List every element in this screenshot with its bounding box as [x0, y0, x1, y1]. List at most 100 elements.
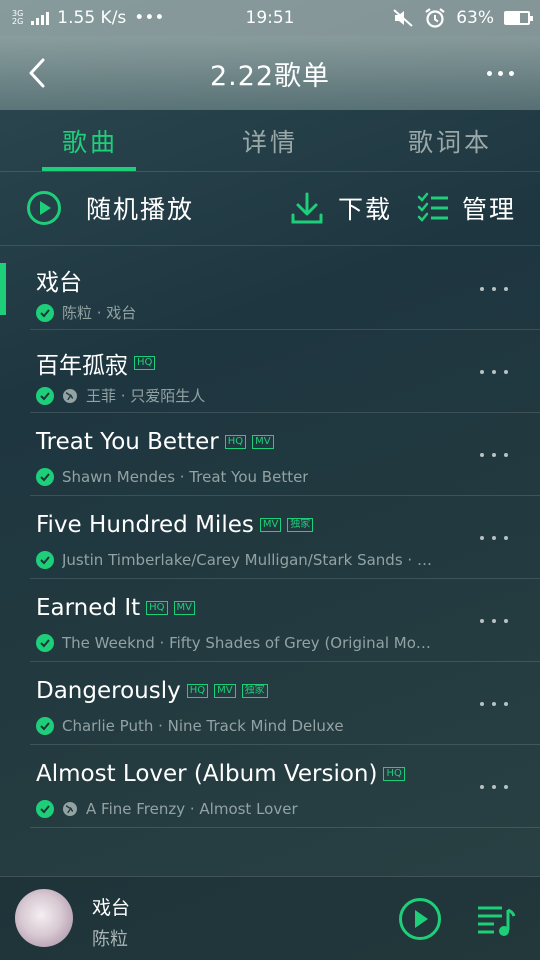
song-title: Dangerously [36, 678, 181, 704]
song-artist-album: Shawn Mendes · Treat You Better [62, 468, 309, 486]
quality-badge: 独家 [241, 684, 268, 698]
quality-badge: HQ [134, 356, 156, 370]
play-button[interactable] [398, 897, 442, 941]
more-dot-icon [504, 702, 508, 706]
song-more-button[interactable] [480, 696, 508, 712]
song-row[interactable]: Dangerously HQ MV 独家 Charlie Puth · Nine Tra… [30, 662, 540, 745]
song-title: Earned It [36, 595, 141, 621]
notification-dots: ••• [134, 8, 165, 28]
more-dot-icon [480, 287, 484, 291]
tab-details[interactable]: 详情 [180, 110, 360, 171]
shuffle-play-button[interactable]: 随机播放 [26, 190, 194, 226]
more-dot-icon [492, 287, 496, 291]
playlist-queue-icon[interactable] [476, 900, 516, 940]
more-dot-icon [486, 70, 492, 76]
more-dot-icon [508, 70, 514, 76]
battery-percent: 63% [456, 8, 494, 28]
song-title-line: Earned It HQ MV [36, 595, 195, 621]
song-title: Almost Lover (Album Version) [36, 761, 378, 787]
signal-icon [31, 11, 50, 25]
back-arrow-icon [29, 58, 45, 88]
battery-icon [504, 11, 533, 25]
song-subtitle-line: 陈粒 · 戏台 [36, 302, 436, 323]
manage-button[interactable]: 管理 [416, 190, 516, 226]
song-row[interactable]: Treat You Better HQ MV Shawn Mendes · Treat… [30, 413, 540, 496]
song-more-button[interactable] [480, 530, 508, 546]
downloaded-check-icon [36, 717, 54, 735]
song-title: 百年孤寂 [36, 353, 128, 379]
more-dot-icon [492, 370, 496, 374]
song-title-line: Treat You Better HQ MV [36, 429, 274, 455]
song-more-button[interactable] [480, 447, 508, 463]
now-playing-title: 戏台 [92, 897, 131, 919]
tab-bar: 歌曲 详情 歌词本 [0, 110, 540, 172]
now-playing-bar[interactable]: 戏台 陈粒 [0, 876, 540, 960]
song-row[interactable]: Almost Lover (Album Version) HQ A Fine Fre… [30, 745, 540, 828]
shuffle-play-label: 随机播放 [86, 195, 195, 224]
more-options-button[interactable] [480, 58, 520, 88]
album-art[interactable] [15, 889, 73, 947]
song-row[interactable]: 百年孤寂 HQ 王菲 · 只爱陌生人 [30, 330, 540, 413]
more-dot-icon [492, 785, 496, 789]
quality-badge: HQ [224, 435, 247, 449]
more-dot-icon [492, 702, 496, 706]
more-dot-icon [497, 70, 503, 76]
more-dot-icon [492, 453, 496, 457]
song-artist-album: The Weeknd · Fifty Shades of Grey (Origi… [62, 634, 436, 652]
quality-badge: HQ [186, 684, 209, 698]
more-dot-icon [504, 453, 508, 457]
status-bar: 3G 2G 1.55 K/s ••• 19:51 63% [0, 0, 540, 36]
network-speed: 1.55 K/s [57, 8, 127, 28]
quality-badge: HQ [383, 767, 405, 781]
more-dot-icon [492, 619, 496, 623]
more-dot-icon [504, 619, 508, 623]
song-title: 戏台 [36, 270, 82, 296]
tab-songs[interactable]: 歌曲 [0, 110, 180, 171]
song-subtitle-line: 王菲 · 只爱陌生人 [36, 385, 436, 406]
song-more-button[interactable] [480, 364, 508, 380]
song-artist-album: 王菲 · 只爱陌生人 [86, 387, 206, 405]
download-button[interactable]: 下载 [290, 190, 392, 226]
downloaded-check-icon [36, 386, 54, 405]
song-title-line: Almost Lover (Album Version) HQ [36, 761, 405, 787]
globe-icon [63, 802, 77, 816]
song-more-button[interactable] [480, 779, 508, 795]
more-dot-icon [480, 619, 484, 623]
tab-lyrics-book[interactable]: 歌词本 [360, 110, 540, 171]
app-header: 2.22歌单 [0, 36, 540, 110]
song-title: Treat You Better [36, 429, 219, 455]
quality-badge: MV [259, 518, 282, 532]
song-subtitle-line: A Fine Frenzy · Almost Lover [36, 800, 436, 818]
song-artist-album: Justin Timberlake/Carey Mulligan/Stark S… [62, 551, 436, 569]
more-dot-icon [504, 370, 508, 374]
play-circle-icon [27, 191, 61, 225]
globe-icon [63, 388, 77, 403]
more-dot-icon [480, 702, 484, 706]
song-list: 戏台陈粒 · 戏台百年孤寂 HQ 王菲 · 只爱陌生人 Treat You Bette… [0, 247, 540, 828]
song-title-line: Dangerously HQ MV 独家 [36, 678, 268, 704]
song-row[interactable]: Five Hundred Miles MV 独家 Justin Timberlake/… [30, 496, 540, 579]
song-more-button[interactable] [480, 613, 508, 629]
mute-icon [393, 9, 413, 27]
now-playing-artist: 陈粒 [92, 929, 128, 950]
song-artist-album: 陈粒 · 戏台 [62, 304, 137, 322]
more-dot-icon [504, 785, 508, 789]
downloaded-check-icon [36, 468, 54, 486]
song-artist-album: A Fine Frenzy · Almost Lover [86, 800, 298, 818]
song-row[interactable]: 戏台陈粒 · 戏台 [0, 247, 540, 330]
status-right: 63% [392, 7, 533, 29]
song-subtitle-line: The Weeknd · Fifty Shades of Grey (Origi… [36, 634, 436, 652]
back-button[interactable] [20, 54, 54, 92]
more-dot-icon [492, 536, 496, 540]
song-more-button[interactable] [480, 281, 508, 297]
song-title: Five Hundred Miles [36, 512, 254, 538]
downloaded-check-icon [36, 303, 54, 322]
song-subtitle-line: Shawn Mendes · Treat You Better [36, 468, 436, 486]
battery-level [506, 13, 520, 23]
song-subtitle-line: Charlie Puth · Nine Track Mind Deluxe [36, 717, 436, 735]
song-row[interactable]: Earned It HQ MV The Weeknd · Fifty Shades o… [30, 579, 540, 662]
network-type: 3G 2G [12, 10, 23, 26]
quality-badge: MV [214, 684, 236, 698]
more-dot-icon [480, 785, 484, 789]
more-dot-icon [480, 453, 484, 457]
